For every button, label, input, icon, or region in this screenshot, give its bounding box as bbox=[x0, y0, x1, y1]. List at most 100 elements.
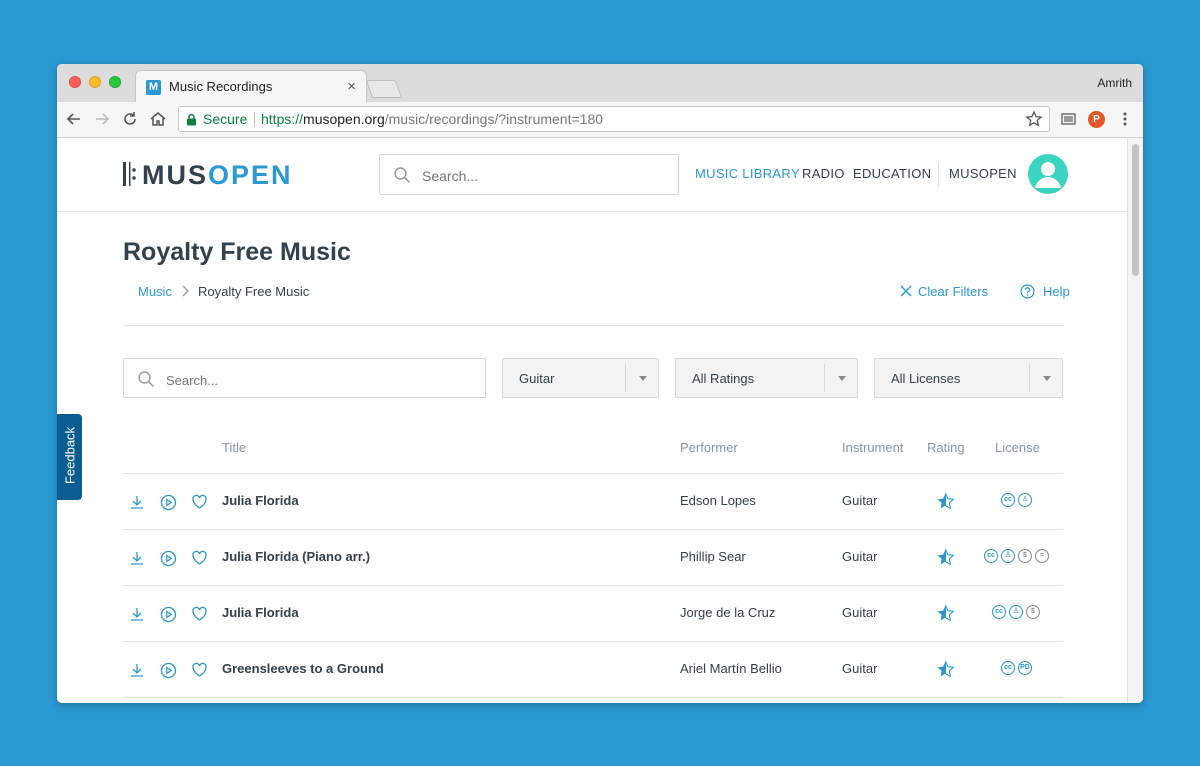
license-icons[interactable]: cc ♙ $ = bbox=[984, 549, 1052, 565]
license-icons[interactable]: cc ♙ $ bbox=[992, 605, 1043, 621]
url-text[interactable]: https://musopen.org/music/recordings/?in… bbox=[261, 111, 603, 127]
site-header: MUSOPEN MUSIC LIBRARY RADIO EDUCATION MU… bbox=[57, 138, 1127, 212]
play-icon[interactable] bbox=[160, 606, 177, 623]
new-tab-button[interactable] bbox=[365, 80, 403, 98]
download-icon[interactable] bbox=[129, 662, 145, 678]
row-divider bbox=[123, 697, 1063, 698]
tab-music-recordings[interactable]: M Music Recordings × bbox=[135, 70, 367, 102]
tab-title: Music Recordings bbox=[169, 79, 273, 94]
column-header-instrument[interactable]: Instrument bbox=[842, 440, 903, 455]
lock-icon bbox=[187, 113, 196, 126]
browser-profile-name[interactable]: Amrith bbox=[1097, 76, 1132, 90]
nav-musopen[interactable]: MUSOPEN bbox=[949, 166, 1017, 181]
page-scrollbar[interactable] bbox=[1127, 138, 1143, 703]
licenses-select[interactable]: All Licenses bbox=[874, 358, 1063, 398]
help-link[interactable]: Help bbox=[1020, 284, 1070, 299]
scrollbar-thumb[interactable] bbox=[1132, 144, 1139, 276]
extension-cast-icon[interactable] bbox=[1060, 110, 1078, 128]
heart-icon[interactable] bbox=[191, 550, 208, 566]
home-icon[interactable] bbox=[149, 110, 167, 128]
clear-filters-link[interactable]: Clear Filters bbox=[900, 284, 988, 299]
license-icons[interactable]: cc PD bbox=[1001, 661, 1035, 677]
recording-title[interactable]: Julia Florida (Piano arr.) bbox=[222, 549, 370, 564]
ratings-select[interactable]: All Ratings bbox=[675, 358, 858, 398]
feedback-tab[interactable]: Feedback bbox=[57, 414, 82, 500]
maximize-window-button[interactable] bbox=[109, 76, 121, 88]
secure-label: Secure bbox=[203, 111, 248, 127]
recording-title[interactable]: Julia Florida bbox=[222, 493, 299, 508]
logo-text-open: OPEN bbox=[208, 160, 293, 190]
recording-performer[interactable]: Edson Lopes bbox=[680, 493, 756, 508]
product-hunt-extension-icon[interactable]: P bbox=[1088, 111, 1105, 128]
forward-arrow-icon[interactable] bbox=[93, 110, 111, 128]
instrument-select-value: Guitar bbox=[519, 371, 555, 386]
url-host: musopen.org bbox=[303, 111, 385, 127]
heart-icon[interactable] bbox=[191, 606, 208, 622]
header-search-box[interactable] bbox=[379, 154, 679, 195]
filter-search-input[interactable] bbox=[164, 369, 468, 391]
cc-license-icon: cc bbox=[992, 605, 1006, 619]
address-bar[interactable]: Secure https://musopen.org/music/recordi… bbox=[178, 106, 1050, 132]
heart-icon[interactable] bbox=[191, 494, 208, 510]
nav-radio[interactable]: RADIO bbox=[802, 166, 845, 181]
rating-star-icon[interactable] bbox=[936, 604, 955, 623]
table-row[interactable]: Julia Florida Edson Lopes Guitar cc ♙ bbox=[123, 474, 1063, 529]
recording-performer[interactable]: Ariel Martín Bellio bbox=[680, 661, 782, 676]
heart-icon[interactable] bbox=[191, 662, 208, 678]
page-content: MUSOPEN MUSIC LIBRARY RADIO EDUCATION MU… bbox=[57, 138, 1127, 703]
filter-search-box[interactable] bbox=[123, 358, 486, 398]
browser-menu-icon[interactable] bbox=[1116, 110, 1134, 128]
play-icon[interactable] bbox=[160, 494, 177, 511]
column-header-rating[interactable]: Rating bbox=[927, 440, 965, 455]
noncommercial-license-icon: $ bbox=[1026, 605, 1040, 619]
column-header-performer[interactable]: Performer bbox=[680, 440, 738, 455]
help-question-icon bbox=[1020, 284, 1035, 299]
header-search-input[interactable] bbox=[420, 165, 664, 187]
column-header-license[interactable]: License bbox=[995, 440, 1040, 455]
breadcrumb-chevron-right-icon bbox=[182, 285, 189, 297]
tab-close-icon[interactable]: × bbox=[347, 78, 356, 95]
feedback-label: Feedback bbox=[62, 426, 78, 485]
recording-instrument: Guitar bbox=[842, 661, 878, 676]
clear-filters-label: Clear Filters bbox=[918, 284, 989, 299]
nav-music-library[interactable]: MUSIC LIBRARY bbox=[695, 166, 800, 181]
url-path: /music/recordings/?instrument=180 bbox=[384, 111, 604, 127]
nav-education[interactable]: EDUCATION bbox=[853, 166, 931, 181]
chevron-down-icon bbox=[838, 376, 846, 381]
tab-strip: M Music Recordings × Amrith bbox=[57, 64, 1143, 102]
table-row[interactable]: Greensleeves to a Ground Ariel Martín Bel… bbox=[123, 642, 1063, 697]
minimize-window-button[interactable] bbox=[89, 76, 101, 88]
noncommercial-license-icon: $ bbox=[1018, 549, 1032, 563]
reload-icon[interactable] bbox=[121, 110, 139, 128]
search-icon bbox=[394, 167, 410, 183]
play-icon[interactable] bbox=[160, 550, 177, 567]
close-window-button[interactable] bbox=[69, 76, 81, 88]
download-icon[interactable] bbox=[129, 606, 145, 622]
table-row[interactable]: Julia Florida (Piano arr.) Phillip Sear Gu… bbox=[123, 530, 1063, 585]
play-icon[interactable] bbox=[160, 662, 177, 679]
download-icon[interactable] bbox=[129, 550, 145, 566]
recording-title[interactable]: Greensleeves to a Ground bbox=[222, 661, 384, 676]
back-arrow-icon[interactable] bbox=[65, 110, 83, 128]
breadcrumb-music[interactable]: Music bbox=[138, 284, 172, 299]
column-header-title[interactable]: Title bbox=[222, 440, 246, 455]
recording-performer[interactable]: Jorge de la Cruz bbox=[680, 605, 775, 620]
recording-title[interactable]: Julia Florida bbox=[222, 605, 299, 620]
instrument-select[interactable]: Guitar bbox=[502, 358, 659, 398]
rating-star-icon[interactable] bbox=[936, 660, 955, 679]
help-label: Help bbox=[1043, 284, 1070, 299]
address-separator bbox=[254, 112, 255, 127]
select-divider bbox=[625, 364, 626, 392]
licenses-select-value: All Licenses bbox=[891, 371, 961, 386]
table-row[interactable]: Julia Florida Jorge de la Cruz Guitar cc ♙ $ bbox=[123, 586, 1063, 641]
user-avatar[interactable] bbox=[1028, 154, 1068, 194]
rating-star-icon[interactable] bbox=[936, 492, 955, 511]
recording-performer[interactable]: Phillip Sear bbox=[680, 549, 746, 564]
bookmark-star-icon[interactable] bbox=[1025, 110, 1043, 128]
rating-star-icon[interactable] bbox=[936, 548, 955, 567]
public-domain-license-icon: PD bbox=[1018, 661, 1032, 675]
musopen-favicon-icon: M bbox=[146, 80, 161, 95]
download-icon[interactable] bbox=[129, 494, 145, 510]
license-icons[interactable]: cc ♙ bbox=[1001, 493, 1035, 509]
ratings-select-value: All Ratings bbox=[692, 371, 755, 386]
